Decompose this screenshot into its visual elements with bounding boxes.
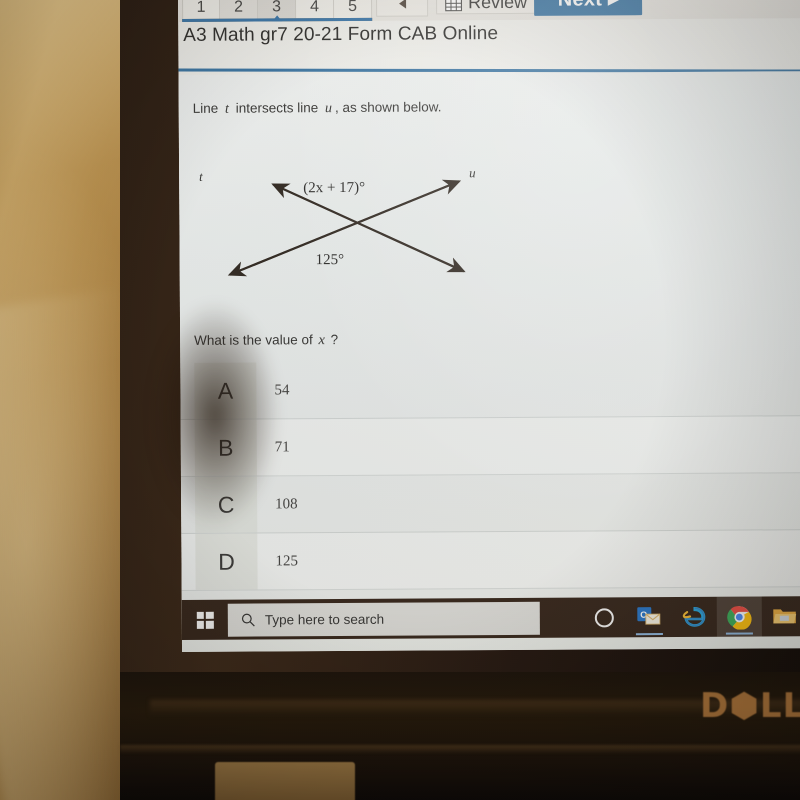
taskbar-icons: O [582, 596, 800, 637]
figure-angle-bottom: 125° [315, 251, 345, 269]
grid-icon [445, 0, 463, 12]
taskbar-search-box[interactable]: Type here to search [227, 601, 540, 637]
triangle-left-icon [398, 0, 406, 9]
tab-active-caret-icon [272, 15, 283, 22]
answer-option-d[interactable]: D 125 [181, 530, 800, 591]
answer-option-c[interactable]: C 108 [180, 473, 800, 534]
screen-content: 1 2 3 4 5 Review A3 Math gr7 20-21 Form … [178, 0, 800, 652]
option-letter: D [218, 548, 235, 575]
file-explorer-icon [772, 609, 796, 624]
taskbar-item-file-explorer[interactable] [762, 596, 800, 636]
question-tab-label: 1 [196, 0, 206, 16]
taskbar-running-indicator [725, 632, 753, 635]
taskbar-item-outlook[interactable]: O [627, 597, 672, 637]
option-letter-box: B [194, 419, 257, 476]
taskbar-running-indicator [635, 633, 663, 636]
chrome-icon [727, 605, 752, 630]
internet-explorer-icon [682, 606, 705, 627]
prompt-text-before: What is the value of [194, 332, 313, 348]
prompt-variable-x: x [318, 332, 325, 349]
search-icon [241, 613, 255, 626]
question-tabstrip: 1 2 3 4 5 [181, 0, 373, 22]
taskbar-item-chrome[interactable] [716, 596, 762, 637]
cortana-icon [594, 607, 614, 627]
question-tab-label: 5 [348, 0, 358, 15]
geometry-figure: t u (2x + 17)° 125° [185, 161, 506, 293]
answer-options-list: A 54 B 71 C 108 D 125 [180, 359, 800, 591]
question-tab-label: 4 [310, 0, 320, 16]
laptop-deck-edge [120, 745, 800, 754]
stem-variable-t: t [224, 101, 229, 117]
option-letter-box: D [195, 533, 258, 590]
figure-angle-top: (2x + 17)° [303, 179, 366, 197]
prompt-text-after: ? [330, 332, 339, 348]
review-button-label: Review [468, 0, 528, 13]
option-letter-box: C [194, 476, 258, 533]
stem-text-middle: intersects line [235, 100, 319, 116]
option-letter: C [217, 491, 235, 518]
question-tab-label: 2 [234, 0, 244, 16]
photo-of-laptop-screen: D⬢LL 1 2 3 4 5 Review A3 Math gr7 20-21 … [0, 0, 800, 800]
question-stem: Line t intersects line u, as shown below… [193, 99, 442, 118]
stem-text-after: , as shown below. [334, 99, 442, 116]
question-prompt: What is the value of x ? [194, 332, 338, 350]
stem-text-before: Line [192, 100, 219, 116]
laptop-screen: 1 2 3 4 5 Review A3 Math gr7 20-21 Form … [178, 0, 800, 652]
taskbar-item-cortana[interactable] [582, 597, 627, 637]
option-letter: A [217, 377, 234, 404]
answer-option-a[interactable]: A 54 [180, 359, 800, 420]
option-value: 54 [274, 381, 290, 398]
search-placeholder: Type here to search [264, 611, 385, 627]
option-value: 108 [275, 495, 298, 512]
test-toolbar: 1 2 3 4 5 Review [178, 0, 800, 22]
start-button[interactable] [182, 600, 228, 640]
next-button[interactable]: Next ▸ [533, 0, 643, 16]
review-button[interactable]: Review [435, 0, 539, 15]
question-tab-3[interactable]: 3 [182, 0, 373, 22]
start-icon [196, 611, 214, 629]
taskbar-item-internet-explorer[interactable] [672, 597, 717, 637]
answer-option-b[interactable]: B 71 [180, 416, 800, 477]
question-tab-label: 3 [272, 0, 282, 16]
outlook-icon: O [636, 607, 660, 625]
question-panel: Line t intersects line u, as shown below… [178, 71, 800, 600]
windows-taskbar: Type here to search O [181, 596, 800, 640]
laptop-deck-tab [215, 762, 355, 800]
stem-variable-u: u [324, 101, 333, 117]
option-value: 71 [274, 438, 290, 455]
option-letter: B [218, 434, 234, 461]
option-letter-box: A [194, 362, 257, 419]
previous-question-button[interactable] [375, 0, 429, 17]
option-value: 125 [275, 552, 299, 569]
form-title: A3 Math gr7 20-21 Form CAB Online [183, 23, 499, 46]
dell-logo: D⬢LL [700, 686, 800, 726]
